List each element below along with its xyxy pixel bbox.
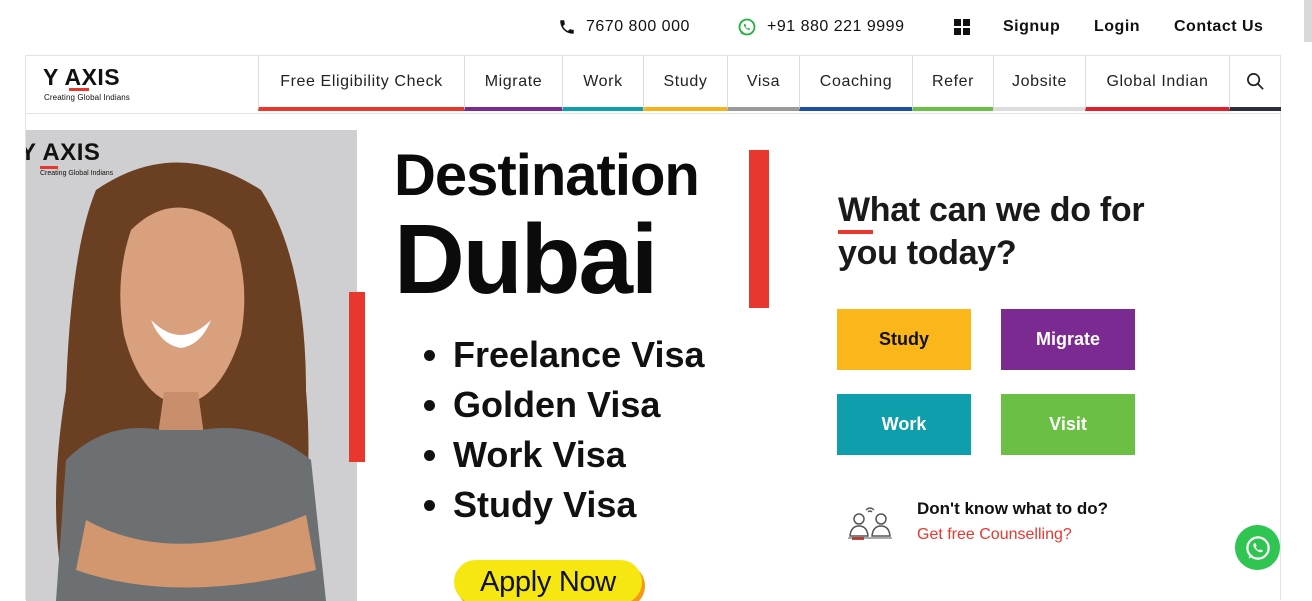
nav-item-jobsite[interactable]: Jobsite — [993, 56, 1085, 111]
list-item: Work Visa — [424, 430, 705, 480]
nav-item-study[interactable]: Study — [643, 56, 727, 111]
whatsapp-icon — [738, 18, 756, 36]
promo-banner[interactable]: Y AXIS Creating Global Indians Destinati… — [26, 130, 771, 601]
help-heading-line: What can we do for — [838, 191, 1145, 229]
top-utility-bar: 7670 800 000 +91 880 221 9999 Signup Log… — [0, 0, 1312, 55]
work-button[interactable]: Work — [837, 394, 971, 455]
counselling-icon — [846, 506, 894, 547]
banner-logo-text: Y AXIS — [26, 139, 101, 166]
nav-item-global-indian[interactable]: Global Indian — [1085, 56, 1229, 111]
banner-photo — [26, 130, 357, 601]
nav-item-visa[interactable]: Visa — [727, 56, 799, 111]
nav-item-free-eligibility-check[interactable]: Free Eligibility Check — [258, 56, 464, 111]
banner-logo: Y AXIS Creating Global Indians — [26, 139, 113, 177]
whatsapp-number: +91 880 221 9999 — [767, 18, 905, 35]
woman-photo-illustration — [26, 130, 357, 601]
whatsapp-link[interactable]: +91 880 221 9999 — [737, 16, 904, 38]
apps-grid-button[interactable] — [953, 16, 981, 38]
nav-item-work[interactable]: Work — [562, 56, 643, 111]
list-item: Study Visa — [424, 480, 705, 530]
list-item: Golden Visa — [424, 380, 705, 430]
phone-icon — [560, 20, 574, 34]
banner-accent-bar — [749, 150, 769, 308]
phone-number: 7670 800 000 — [586, 18, 690, 35]
free-counselling-link[interactable]: Get free Counselling? — [917, 526, 1072, 544]
nav-item-refer[interactable]: Refer — [912, 56, 993, 111]
apply-now-button[interactable]: Apply Now — [454, 560, 642, 601]
logo-text: Y AXIS — [43, 64, 121, 90]
banner-destination: Dubai — [394, 204, 658, 314]
phone-link[interactable]: 7670 800 000 — [558, 16, 690, 38]
list-item: Freelance Visa — [424, 330, 705, 380]
hero-section: Y AXIS Creating Global Indians Destinati… — [25, 113, 1281, 601]
scrollbar[interactable] — [1304, 0, 1312, 42]
migrate-button[interactable]: Migrate — [1001, 309, 1135, 370]
nav-item-coaching[interactable]: Coaching — [799, 56, 912, 111]
nav-item-migrate[interactable]: Migrate — [464, 56, 562, 111]
banner-accent-bar — [349, 292, 365, 462]
visit-button[interactable]: Visit — [1001, 394, 1135, 455]
contact-us-link[interactable]: Contact Us — [1174, 16, 1263, 38]
search-button[interactable] — [1229, 56, 1281, 111]
logo[interactable]: Y AXIS Creating Global Indians — [43, 62, 163, 106]
grid-icon — [954, 19, 970, 35]
signup-link[interactable]: Signup — [1003, 16, 1060, 38]
search-icon — [1247, 73, 1264, 90]
help-heading: What can we do for you today? — [838, 189, 1145, 275]
whatsapp-chat-button[interactable] — [1235, 525, 1280, 570]
banner-logo-accent — [40, 166, 58, 169]
help-heading-line: you today? — [838, 234, 1017, 272]
logo-tagline: Creating Global Indians — [44, 93, 130, 102]
banner-heading: Destination — [394, 143, 700, 208]
heading-accent — [838, 230, 873, 234]
login-link[interactable]: Login — [1094, 16, 1140, 38]
visa-list: Freelance Visa Golden Visa Work Visa Stu… — [424, 330, 705, 530]
whatsapp-icon — [1245, 535, 1270, 560]
banner-logo-tagline: Creating Global Indians — [40, 170, 114, 177]
study-button[interactable]: Study — [837, 309, 971, 370]
main-navigation: Y AXIS Creating Global Indians Free Elig… — [25, 55, 1281, 113]
logo-accent — [69, 88, 89, 91]
counselling-question: Don't know what to do? — [917, 499, 1109, 518]
